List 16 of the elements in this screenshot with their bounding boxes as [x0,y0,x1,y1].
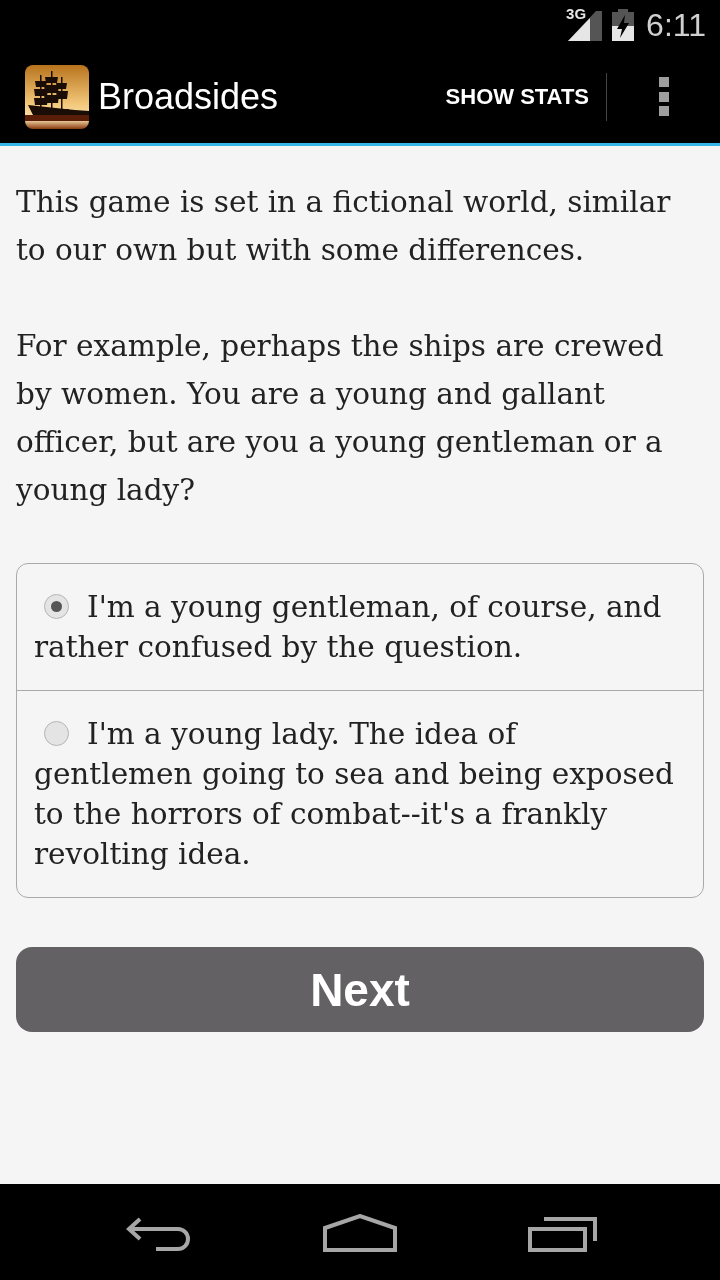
battery-charging-icon [612,9,635,41]
app-title: Broadsides [98,78,279,115]
overflow-menu-icon[interactable] [659,77,669,116]
next-button[interactable]: Next [16,947,704,1032]
choice-option[interactable]: I'm a young lady. The idea of gentlemen going to sea and being exposed to the horrors of combat--it's a frankly revolting idea. [34,714,679,874]
radio-button[interactable] [44,594,69,619]
home-icon[interactable] [323,1214,397,1252]
show-stats-button[interactable]: SHOW STATS [445,66,589,127]
radio-button[interactable] [44,721,69,746]
body-paragraph: This game is set in a fictional world, similar to our own but with some differences. [16,184,672,269]
recent-apps-icon[interactable] [528,1217,597,1252]
back-icon[interactable] [126,1217,193,1252]
clock-time: 6:11 [646,9,706,41]
body-paragraph: For example, perhaps the ships are crewed by women. You are a young and gallant officer, but are you a young gentleman or a young lady? [16,328,665,509]
sailing-ship-icon[interactable] [25,64,89,129]
choice-option[interactable]: I'm a young gentleman, of course, and rather confused by the question. [34,587,679,667]
